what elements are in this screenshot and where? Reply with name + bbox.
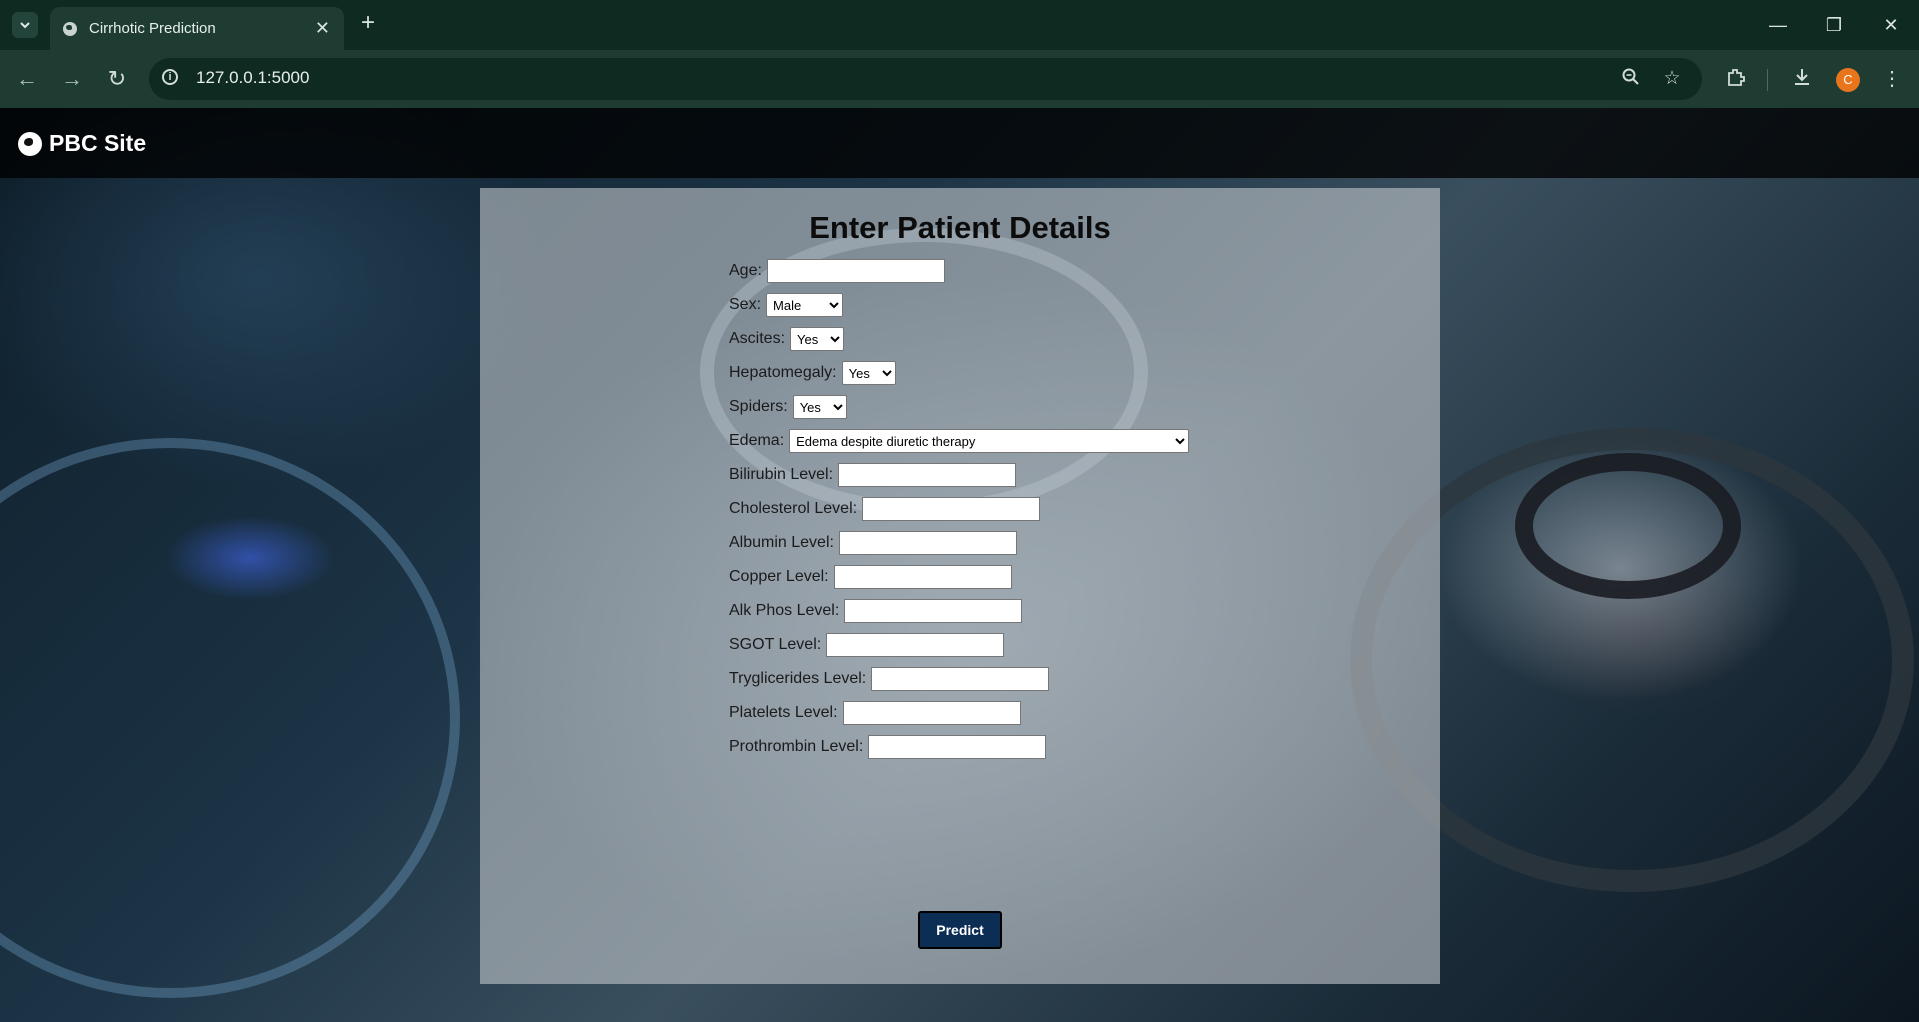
background-stethoscope-chestpiece [1515, 453, 1741, 599]
globe-icon [63, 22, 77, 36]
bookmark-star-icon[interactable]: ☆ [1660, 67, 1684, 91]
age-label: Age: [729, 262, 762, 279]
restore-icon[interactable]: ❐ [1821, 12, 1847, 38]
prothrombin-row: Prothrombin Level: [729, 734, 1047, 760]
edema-select[interactable]: Edema despite diuretic therapy [789, 429, 1190, 453]
platelets-input[interactable] [842, 701, 1021, 725]
tab-title: Cirrhotic Prediction [89, 20, 216, 37]
bilirubin-input[interactable] [838, 463, 1017, 487]
albumin-label: Albumin Level: [729, 534, 834, 551]
plus-icon[interactable]: + [355, 11, 381, 37]
bilirubin-row: Bilirubin Level: [729, 462, 1017, 488]
sex-select[interactable]: Male [766, 293, 844, 317]
sex-row: Sex: Male [729, 292, 844, 318]
brand-logo-icon [18, 131, 42, 156]
site-info-icon[interactable]: i [162, 69, 178, 85]
tryglicerides-row: Tryglicerides Level: [729, 666, 1050, 692]
age-input[interactable] [766, 259, 945, 283]
browser-tab[interactable]: Cirrhotic Prediction ✕ [50, 7, 344, 50]
edema-label: Edema: [729, 432, 785, 449]
brand-name: PBC Site [49, 130, 147, 156]
sgot-label: SGOT Level: [729, 636, 822, 653]
page-background: PBC Site Enter Patient Details Age: Sex:… [0, 108, 1919, 1022]
back-icon[interactable]: ← [14, 66, 40, 92]
ascites-label: Ascites: [729, 330, 786, 347]
cholesterol-label: Cholesterol Level: [729, 500, 858, 517]
spiders-label: Spiders: [729, 398, 788, 415]
extensions-icon[interactable] [1723, 66, 1749, 92]
hepatomegaly-label: Hepatomegaly: [729, 364, 837, 381]
background-glass-tube [0, 438, 460, 998]
download-icon[interactable] [1789, 66, 1815, 92]
window-close-icon[interactable]: ✕ [1878, 12, 1904, 38]
sex-label: Sex: [729, 296, 762, 313]
ascites-select[interactable]: Yes [790, 327, 845, 351]
predict-button[interactable]: Predict [918, 911, 1002, 949]
edema-row: Edema: Edema despite diuretic therapy [729, 428, 1190, 454]
copper-input[interactable] [833, 565, 1012, 589]
age-row: Age: [729, 258, 945, 284]
spiders-select[interactable]: Yes [792, 395, 847, 419]
alk-phos-input[interactable] [844, 599, 1023, 623]
bilirubin-label: Bilirubin Level: [729, 466, 834, 483]
site-header: PBC Site [0, 108, 1919, 178]
site-brand[interactable]: PBC Site [18, 130, 146, 157]
browser-tabstrip: Cirrhotic Prediction ✕ + — ❐ ✕ [0, 0, 1919, 50]
alk-phos-label: Alk Phos Level: [729, 602, 840, 619]
tryglicerides-label: Tryglicerides Level: [729, 670, 867, 687]
platelets-label: Platelets Level: [729, 704, 838, 721]
hepatomegaly-row: Hepatomegaly: Yes [729, 360, 896, 386]
sgot-input[interactable] [826, 633, 1005, 657]
tryglicerides-input[interactable] [871, 667, 1050, 691]
prothrombin-input[interactable] [868, 735, 1047, 759]
ascites-row: Ascites: Yes [729, 326, 845, 352]
toolbar-divider [1767, 69, 1768, 91]
zoom-icon[interactable] [1619, 67, 1643, 91]
reload-icon[interactable]: ↻ [104, 66, 130, 92]
cholesterol-row: Cholesterol Level: [729, 496, 1041, 522]
prothrombin-label: Prothrombin Level: [729, 738, 864, 755]
hepatomegaly-select[interactable]: Yes [841, 361, 896, 385]
copper-row: Copper Level: [729, 564, 1012, 590]
close-icon[interactable]: ✕ [315, 18, 330, 38]
browser-toolbar: ← → ↻ i 127.0.0.1:5000 ☆ C ⋮ [0, 50, 1919, 108]
patient-form-panel: Enter Patient Details Age: Sex: Male Asc… [480, 188, 1440, 984]
address-bar[interactable]: i 127.0.0.1:5000 ☆ [149, 58, 1702, 100]
profile-avatar[interactable]: C [1836, 68, 1860, 92]
forward-icon[interactable]: → [59, 66, 85, 92]
menu-dots-icon[interactable]: ⋮ [1879, 66, 1905, 92]
page-title: Enter Patient Details [809, 210, 1111, 245]
platelets-row: Platelets Level: [729, 700, 1021, 726]
minimize-icon[interactable]: — [1765, 12, 1791, 38]
albumin-row: Albumin Level: [729, 530, 1017, 556]
spiders-row: Spiders: Yes [729, 394, 847, 420]
copper-label: Copper Level: [729, 568, 829, 585]
tab-search-icon[interactable] [12, 12, 38, 38]
sgot-row: SGOT Level: [729, 632, 1005, 658]
url-text[interactable]: 127.0.0.1:5000 [196, 68, 309, 88]
cholesterol-input[interactable] [862, 497, 1041, 521]
albumin-input[interactable] [838, 531, 1017, 555]
alk-phos-row: Alk Phos Level: [729, 598, 1023, 624]
